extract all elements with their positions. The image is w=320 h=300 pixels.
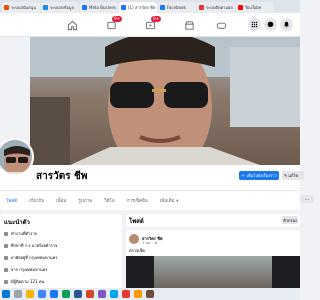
post-time-text: 1 ชม. · xyxy=(142,241,155,245)
globe-icon: ⊕ xyxy=(154,241,158,245)
video-badge: 9+ xyxy=(151,16,161,22)
intro-row-text: อาศัยอยู่ที่ กรุงเทพมหานคร xyxy=(11,255,58,260)
filter-label: ตัวกรอง xyxy=(283,217,297,223)
chrome-icon[interactable] xyxy=(38,290,46,298)
post-video-frame xyxy=(154,256,272,288)
browser-tab[interactable]: ระบบส่งข้อมูล xyxy=(41,2,79,13)
marketplace-icon[interactable] xyxy=(182,18,196,32)
tab-photos[interactable]: รูปภาพ xyxy=(78,197,92,204)
tab-favicon-icon xyxy=(160,5,165,10)
tab-more[interactable]: เพิ่มเติม ▾ xyxy=(160,197,179,204)
video-icon[interactable]: 9+ xyxy=(143,16,161,32)
app-icon[interactable] xyxy=(98,290,106,298)
intro-title: แนะนำตัว xyxy=(4,219,30,226)
filter-button[interactable]: ตัวกรอง xyxy=(282,216,298,224)
browser-tab-label: ระบบติดตามผลงาน xyxy=(206,5,233,10)
intro-row: มีผู้ติดตาม 121 คน xyxy=(4,278,118,285)
intro-row-text: มีผู้ติดตาม 121 คน xyxy=(11,279,45,284)
post-caption: ตรวจเช็ค xyxy=(129,248,146,253)
intro-row: จาก กรุงเทพมหานคร xyxy=(4,266,118,273)
browser-tab[interactable]: (1) สารวัตร ชีพ | Facebook xyxy=(119,2,157,13)
graduation-cap-icon xyxy=(4,243,8,248)
browser-tab-strip: ระบบสนับสนุน ระบบส่งข้อมูล Meta Business S… xyxy=(0,0,300,13)
friends-icon[interactable]: 9+ xyxy=(104,16,122,32)
profile-name: สารวัตร ชีพ xyxy=(36,171,88,182)
rss-icon xyxy=(4,279,8,284)
browser-tab-label: ระบบสนับสนุน xyxy=(11,5,36,10)
word-icon[interactable] xyxy=(74,290,82,298)
more-options-button[interactable]: ··· xyxy=(300,195,314,203)
tab-favicon-icon xyxy=(121,5,126,10)
facebook-app-icon[interactable] xyxy=(50,290,58,298)
edit-profile-button[interactable]: ✎ แก้ไข xyxy=(282,171,304,180)
intro-row-text: ทำงานที่ตำรวจ xyxy=(11,231,38,236)
tab-friends[interactable]: เพื่อน xyxy=(56,197,66,204)
location-pin-icon xyxy=(4,267,8,272)
post-media[interactable] xyxy=(126,256,300,288)
start-icon[interactable] xyxy=(2,290,10,298)
os-taskbar xyxy=(0,288,300,300)
app-icon[interactable] xyxy=(122,290,130,298)
browser-tab[interactable]: Meta Business Suite xyxy=(80,2,118,13)
posts-header: โพสต์ ตัวกรอง xyxy=(126,214,300,227)
intro-row-text: จาก กรุงเทพมหานคร xyxy=(11,267,48,272)
facebook-top-bar: 9+ 9+ xyxy=(0,13,300,37)
intro-card: แนะนำตัว ทำงานที่ตำรวจ ศึกษาที่ ร.ร.นายร… xyxy=(0,214,122,288)
file-explorer-icon[interactable] xyxy=(26,290,34,298)
friends-badge: 9+ xyxy=(112,16,122,22)
gaming-icon[interactable] xyxy=(214,18,228,32)
add-to-story-label: เพิ่มไปยังเรื่องราว xyxy=(246,173,277,178)
briefcase-icon xyxy=(4,231,8,236)
browser-tab[interactable]: ระบบสนับสนุน xyxy=(2,2,40,13)
profile-tabs: โพสต์ เกี่ยวกับ เพื่อน รูปภาพ วิดีโอ การ… xyxy=(0,190,300,210)
tab-favicon-icon xyxy=(238,5,243,10)
app-icon[interactable] xyxy=(134,290,142,298)
post-timestamp[interactable]: 1 ชม. · ⊕ xyxy=(142,240,157,246)
add-to-story-button[interactable]: + เพิ่มไปยังเรื่องราว xyxy=(239,171,279,180)
search-icon[interactable] xyxy=(14,290,22,298)
tab-about[interactable]: เกี่ยวกับ xyxy=(29,197,44,204)
browser-tab[interactable]: Facebook xyxy=(158,2,196,13)
intro-row: ศึกษาที่ ร.ร.นายร้อยตำรวจ xyxy=(4,242,118,249)
browser-tab-label: Meta Business Suite xyxy=(89,5,116,10)
excel-icon[interactable] xyxy=(62,290,70,298)
intro-row: อาศัยอยู่ที่ กรุงเทพมหานคร xyxy=(4,254,118,261)
tab-favicon-icon xyxy=(43,5,48,10)
tab-videos[interactable]: วิดีโอ xyxy=(104,197,115,204)
edit-profile-label: แก้ไข xyxy=(288,173,299,178)
browser-tab-label: Facebook xyxy=(167,5,186,10)
home-icon[interactable] xyxy=(65,18,79,32)
plus-icon: + xyxy=(241,173,245,178)
browser-tab[interactable]: ระบบติดตามผลงาน xyxy=(197,2,235,13)
tab-posts[interactable]: โพสต์ xyxy=(6,197,17,204)
posts-title: โพสต์ xyxy=(129,217,144,225)
tab-favicon-icon xyxy=(199,5,204,10)
browser-tab-label: (1) สารวัตร ชีพ | Facebook xyxy=(128,5,155,10)
browser-tab-label: ระบบส่งข้อมูล xyxy=(50,5,74,10)
powerpoint-icon[interactable] xyxy=(86,290,94,298)
post-card: สารวัตร ชีพ 1 ชม. · ⊕ ตรวจเช็ค xyxy=(126,230,300,288)
bell-icon[interactable] xyxy=(280,18,293,31)
cover-photo[interactable] xyxy=(30,37,300,165)
grid-menu-icon[interactable] xyxy=(248,18,261,31)
intro-row-text: ศึกษาที่ ร.ร.นายร้อยตำรวจ xyxy=(11,243,58,248)
browser-tab[interactable]: YouTube xyxy=(236,2,274,13)
post-author-avatar[interactable] xyxy=(129,234,139,244)
home-icon xyxy=(4,255,8,260)
tab-favicon-icon xyxy=(82,5,87,10)
browser-tab-label: YouTube xyxy=(245,5,262,10)
pencil-icon: ✎ xyxy=(284,173,288,178)
edge-icon[interactable] xyxy=(110,290,118,298)
tab-checkins[interactable]: การเช็คอิน xyxy=(127,197,148,204)
tab-favicon-icon xyxy=(4,5,9,10)
app-icon[interactable] xyxy=(146,290,154,298)
messenger-icon[interactable] xyxy=(264,18,277,31)
intro-row: ทำงานที่ตำรวจ xyxy=(4,230,118,237)
